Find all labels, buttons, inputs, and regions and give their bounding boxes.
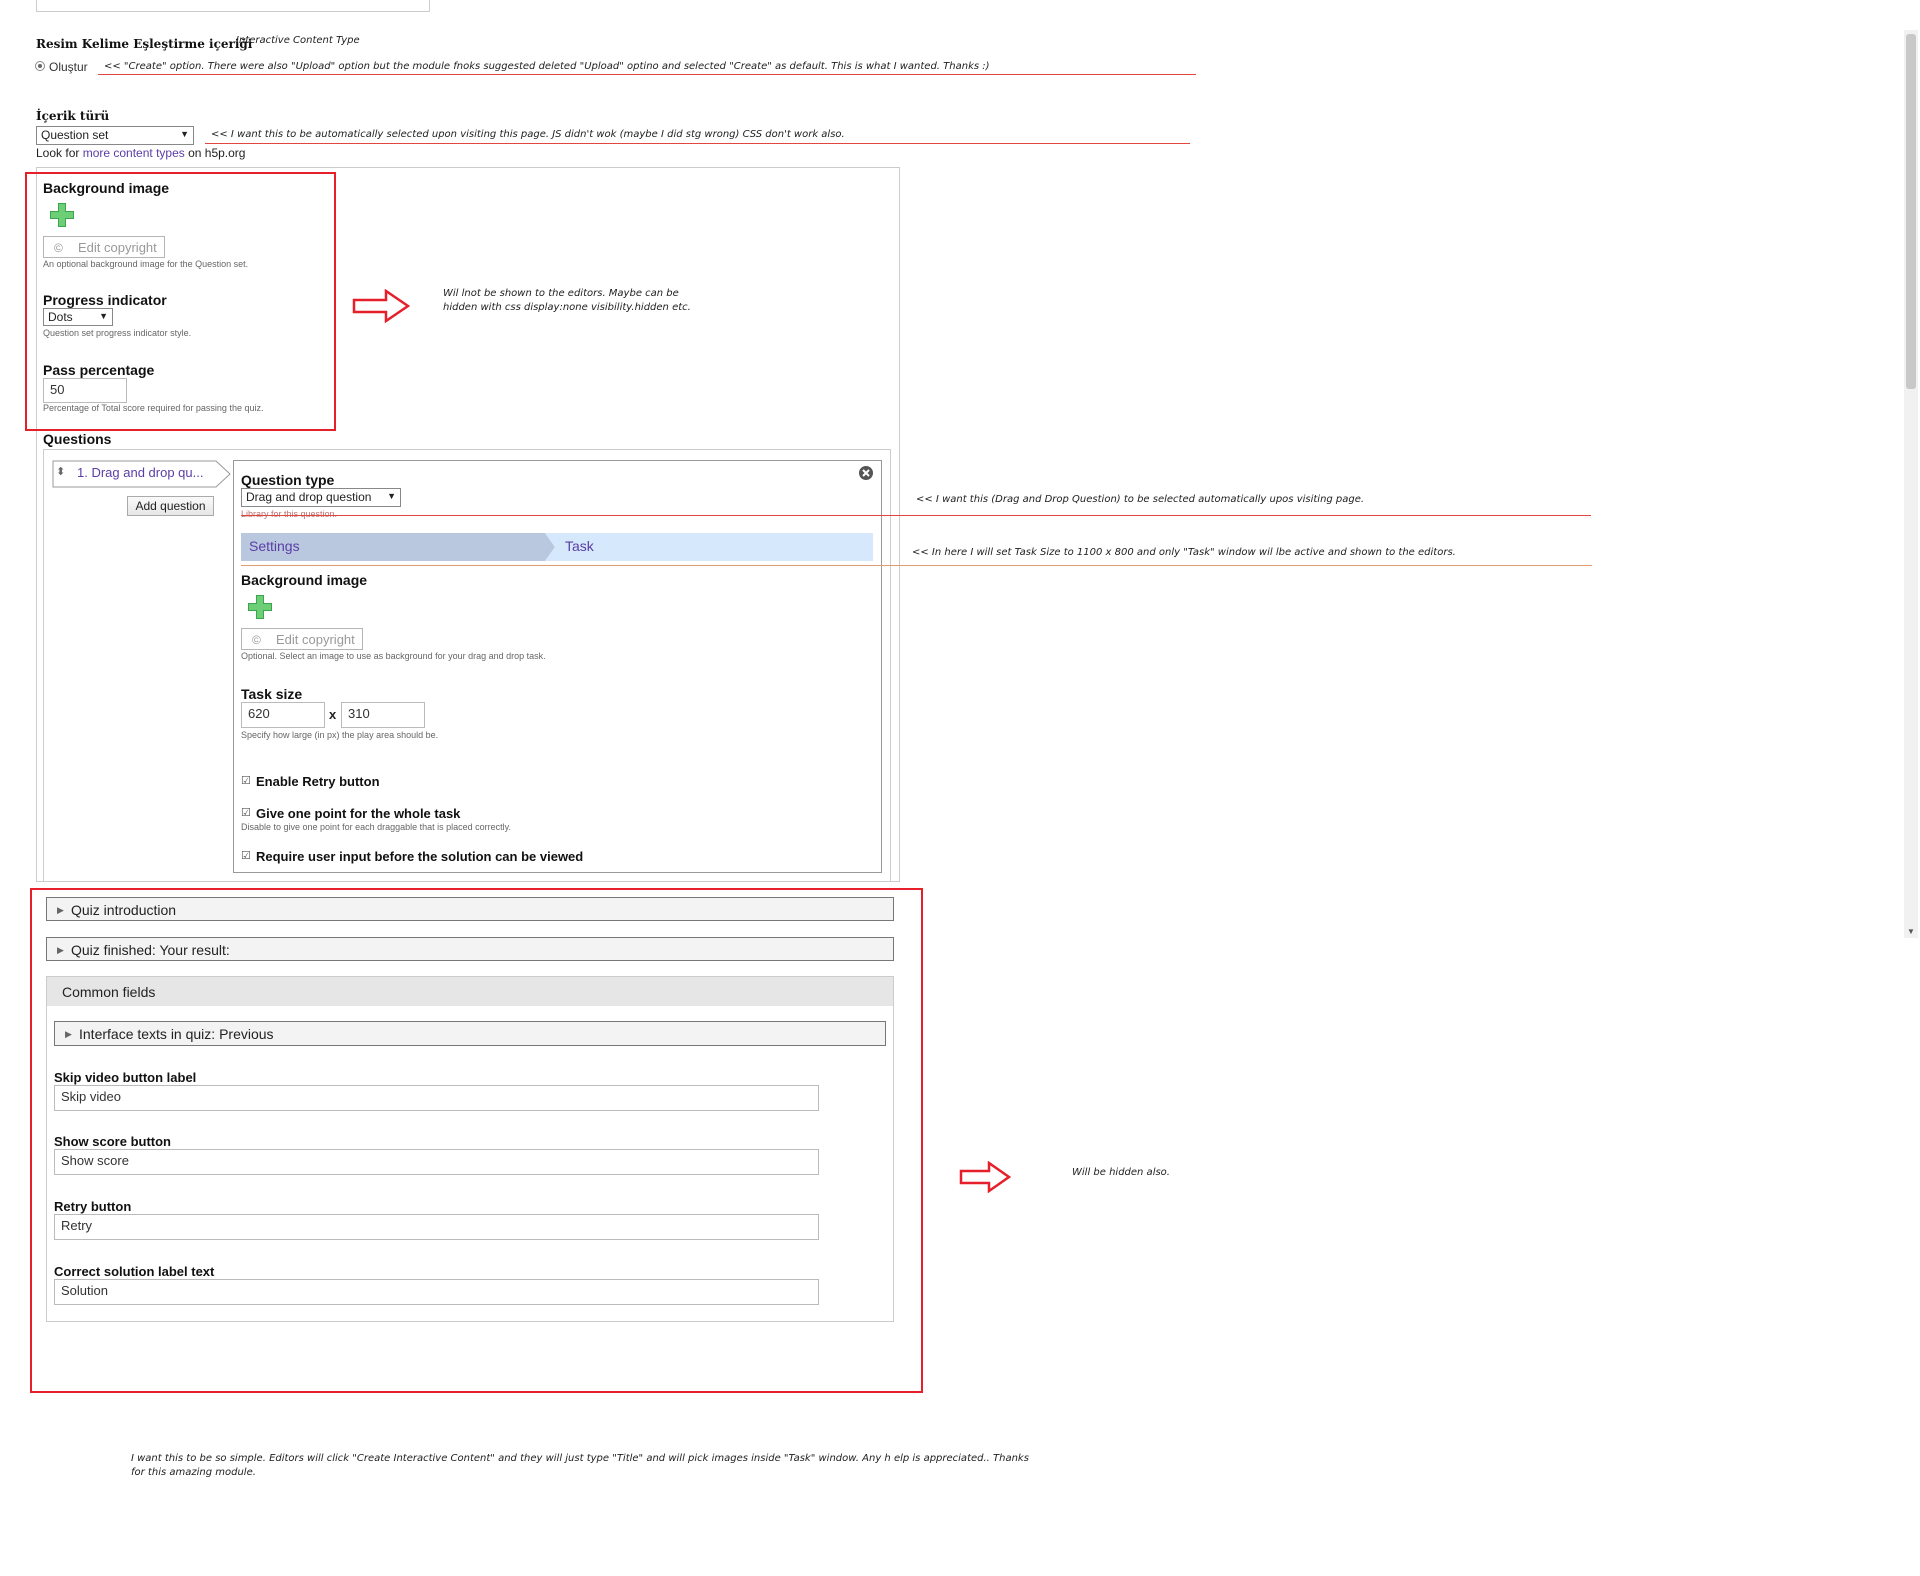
solution-input[interactable]: Solution: [54, 1279, 819, 1305]
questions-label: Questions: [43, 431, 112, 447]
retry-label: Enable Retry button: [256, 774, 380, 789]
content-heading: Resim Kelime Eşleştirme içeriği: [36, 37, 253, 51]
qs-bg-desc: An optional background image for the Que…: [43, 259, 249, 269]
content-type-note-text: << I want this to be automatically selec…: [211, 129, 845, 140]
skip-video-input[interactable]: Skip video: [54, 1085, 819, 1111]
chevron-down-icon: ▼: [180, 129, 189, 139]
task-edit-copyright-button[interactable]: © Edit copyright: [241, 628, 363, 650]
task-height-input[interactable]: 310: [341, 702, 425, 728]
task-width-input[interactable]: 620: [241, 702, 325, 728]
chevron-down-icon: ▼: [99, 311, 108, 321]
create-radio-label: Oluştur: [49, 60, 88, 74]
add-question-button[interactable]: Add question: [127, 496, 214, 516]
task-size-label: Task size: [241, 686, 303, 702]
question-list-item[interactable]: 1. Drag and drop qu...: [77, 465, 203, 480]
one-point-desc: Disable to give one point for each dragg…: [241, 822, 511, 832]
arrow-right-icon: [352, 289, 410, 323]
add-image-plus-icon[interactable]: [48, 201, 76, 229]
solution-label: Correct solution label text: [54, 1264, 215, 1279]
sort-icon[interactable]: ⬍: [56, 465, 65, 478]
pass-desc: Percentage of Total score required for p…: [43, 403, 264, 413]
create-note: << "Create" option. There were also "Upl…: [104, 61, 990, 72]
content-type-label: İçerik türü: [36, 109, 110, 123]
question-type-desc: Library for this question.: [241, 509, 338, 519]
require-input-checkbox[interactable]: ☑: [241, 849, 251, 862]
copyright-icon: ©: [54, 241, 63, 255]
common-fields-header[interactable]: Common fields: [47, 977, 893, 1006]
require-input-label: Require user input before the solution c…: [256, 849, 584, 864]
note-underline: [205, 143, 1190, 144]
task-background-label: Background image: [241, 572, 368, 588]
footer-note: I want this to be so simple. Editors wil…: [131, 1453, 1029, 1478]
scrollbar[interactable]: ▼: [1904, 30, 1918, 938]
note-underline: [241, 515, 1591, 516]
retry-button-label: Retry button: [54, 1199, 132, 1214]
scrollbar-thumb[interactable]: [1906, 34, 1916, 389]
scroll-down-icon[interactable]: ▼: [1907, 927, 1915, 936]
tabs-shape: [241, 533, 873, 561]
more-content-types-link[interactable]: more content types: [83, 146, 185, 160]
chevron-down-icon: ▼: [387, 491, 396, 501]
tab-note: << In here I will set Task Size to 1100 …: [912, 547, 1456, 558]
arrow-right-icon: [959, 1161, 1011, 1193]
title-input-remnant[interactable]: [36, 0, 430, 12]
create-radio[interactable]: [35, 61, 45, 71]
content-type-note: Interactive Content Type: [236, 35, 360, 46]
pass-percentage-input[interactable]: 50: [43, 378, 127, 403]
pass-label: Pass percentage: [43, 362, 155, 378]
qs-edit-copyright-button[interactable]: © Edit copyright: [43, 236, 165, 258]
progress-desc: Question set progress indicator style.: [43, 328, 192, 338]
add-image-plus-icon[interactable]: [246, 593, 274, 621]
question-type-select[interactable]: Drag and drop question ▼: [241, 488, 401, 507]
hidden-note: Wil lnot be shown to the editors. Maybe …: [443, 288, 691, 313]
copyright-icon: ©: [252, 633, 261, 647]
note-underline: [98, 74, 1196, 75]
chevron-right-icon: ▶: [57, 905, 64, 915]
tab-settings[interactable]: Settings: [249, 538, 300, 554]
task-bg-desc: Optional. Select an image to use as back…: [241, 651, 546, 661]
note-underline: [241, 565, 1592, 566]
task-size-desc: Specify how large (in px) the play area …: [241, 730, 439, 740]
retry-button-input[interactable]: Retry: [54, 1214, 819, 1240]
retry-checkbox[interactable]: ☑: [241, 774, 251, 787]
close-icon[interactable]: [858, 465, 874, 481]
show-score-label: Show score button: [54, 1134, 171, 1149]
chevron-right-icon: ▶: [57, 945, 64, 955]
quiz-hidden-note: Will be hidden also.: [1072, 1167, 1170, 1178]
question-type-label: Question type: [241, 472, 335, 488]
progress-select[interactable]: Dots ▼: [43, 308, 113, 326]
look-for-text: Look for more content types on h5p.org: [36, 146, 246, 160]
show-score-input[interactable]: Show score: [54, 1149, 819, 1175]
quiz-finished-toggle[interactable]: ▶ Quiz finished: Your result:: [46, 937, 894, 961]
content-type-select[interactable]: Question set ▼: [36, 126, 194, 145]
size-separator: x: [329, 707, 337, 722]
qs-background-label: Background image: [43, 180, 170, 196]
chevron-right-icon: ▶: [65, 1029, 72, 1039]
one-point-label: Give one point for the whole task: [256, 806, 461, 821]
skip-video-label: Skip video button label: [54, 1070, 197, 1085]
tab-task[interactable]: Task: [565, 538, 594, 554]
interface-texts-toggle[interactable]: ▶ Interface texts in quiz: Previous: [54, 1021, 886, 1046]
content-type-value: Question set: [41, 128, 109, 142]
progress-label: Progress indicator: [43, 292, 167, 308]
question-type-note: << I want this (Drag and Drop Question) …: [916, 494, 1365, 505]
quiz-introduction-toggle[interactable]: ▶ Quiz introduction: [46, 897, 894, 921]
one-point-checkbox[interactable]: ☑: [241, 806, 251, 819]
